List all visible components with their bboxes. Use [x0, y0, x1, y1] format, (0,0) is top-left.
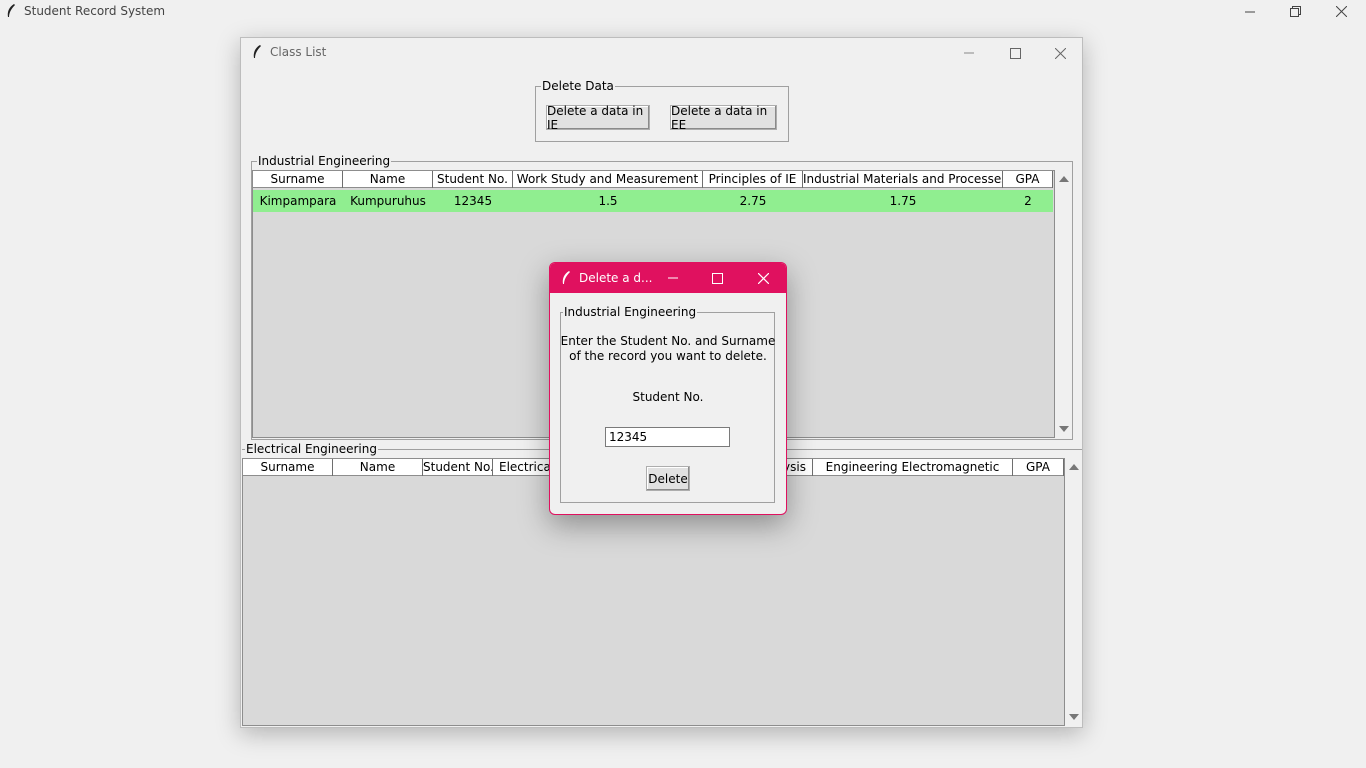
ie-cell-work-study: 1.5	[598, 194, 618, 208]
close-icon	[1335, 6, 1347, 17]
ie-col-work-study[interactable]: Work Study and Measurement	[513, 171, 703, 188]
ie-cell-materials: 1.75	[889, 194, 917, 208]
ie-col-principles[interactable]: Principles of IE	[703, 171, 803, 188]
class-list-close-button[interactable]	[1037, 40, 1083, 66]
ie-col-gpa[interactable]: GPA	[1003, 171, 1053, 188]
delete-ee-button[interactable]: Delete a data in EE	[670, 104, 777, 132]
ie-col-materials[interactable]: Industrial Materials and Processes	[803, 171, 1003, 188]
ee-col-electromagnetic[interactable]: Engineering Electromagnetic	[813, 459, 1013, 476]
delete-ie-button[interactable]: Delete a data in IE	[546, 104, 650, 132]
ie-col-student-no[interactable]: Student No.	[433, 171, 513, 188]
ee-col-name[interactable]: Name	[333, 459, 423, 476]
table-row[interactable]: Kimpampara Kumpuruhus 12345 1.5 2.75 1.7…	[253, 190, 1053, 212]
ie-cell-gpa: 2	[1024, 194, 1032, 208]
app-titlebar: Student Record System	[0, 0, 1366, 23]
ee-scrollbar[interactable]	[1065, 458, 1082, 726]
ie-cell-principles: 2.75	[739, 194, 767, 208]
ie-cell-surname: Kimpampara	[259, 194, 337, 208]
ie-scrollbar[interactable]	[1055, 170, 1072, 438]
class-list-maximize-button[interactable]	[992, 40, 1038, 66]
app-title: Student Record System	[24, 4, 166, 18]
dialog-legend: Industrial Engineering	[564, 305, 697, 319]
ie-col-surname[interactable]: Surname	[253, 171, 343, 188]
ee-legend: Electrical Engineering	[246, 442, 377, 456]
scroll-up-icon[interactable]	[1069, 464, 1079, 470]
feather-icon	[7, 4, 15, 17]
close-icon	[757, 272, 769, 284]
student-no-label: Student No.	[632, 390, 704, 404]
class-list-titlebar: Class List	[241, 38, 1082, 68]
dialog-maximize-button[interactable]	[694, 263, 740, 293]
student-no-input[interactable]	[605, 427, 730, 447]
delete-button[interactable]: Delete	[646, 466, 690, 491]
class-list-title: Class List	[270, 45, 327, 59]
dialog-titlebar: Delete a d...	[550, 263, 786, 293]
maximize-icon	[1009, 47, 1021, 59]
minimize-icon	[1245, 11, 1255, 12]
scroll-down-icon[interactable]	[1059, 426, 1069, 432]
ie-table-header: Surname Name Student No. Work Study and …	[253, 171, 1053, 188]
feather-icon	[562, 271, 570, 284]
dialog-minimize-button[interactable]	[650, 263, 696, 293]
delete-data-legend: Delete Data	[542, 79, 614, 93]
restore-button[interactable]	[1272, 0, 1318, 23]
minimize-icon	[668, 277, 678, 279]
class-list-minimize-button[interactable]	[946, 40, 992, 66]
ee-col-student-no[interactable]: Student No.	[423, 459, 493, 476]
scroll-down-icon[interactable]	[1069, 714, 1079, 720]
dialog-close-button[interactable]	[740, 263, 786, 293]
dialog-instruction-line1: Enter the Student No. and Surname	[560, 334, 776, 348]
minimize-button[interactable]	[1227, 0, 1273, 23]
close-icon	[1054, 47, 1066, 59]
dialog-instruction-line2: of the record you want to delete.	[569, 349, 767, 363]
ie-cell-name: Kumpuruhus	[350, 194, 426, 208]
ee-col-gpa[interactable]: GPA	[1013, 459, 1064, 476]
close-button[interactable]	[1318, 0, 1364, 23]
restore-icon	[1289, 6, 1301, 17]
ie-col-name[interactable]: Name	[343, 171, 433, 188]
ee-col-surname[interactable]: Surname	[243, 459, 333, 476]
maximize-icon	[711, 272, 723, 284]
ie-legend: Industrial Engineering	[258, 154, 391, 168]
scroll-up-icon[interactable]	[1059, 176, 1069, 182]
dialog-title: Delete a d...	[579, 271, 653, 285]
ie-cell-student-no: 12345	[453, 194, 493, 208]
feather-icon	[253, 45, 261, 58]
minimize-icon	[964, 52, 974, 54]
